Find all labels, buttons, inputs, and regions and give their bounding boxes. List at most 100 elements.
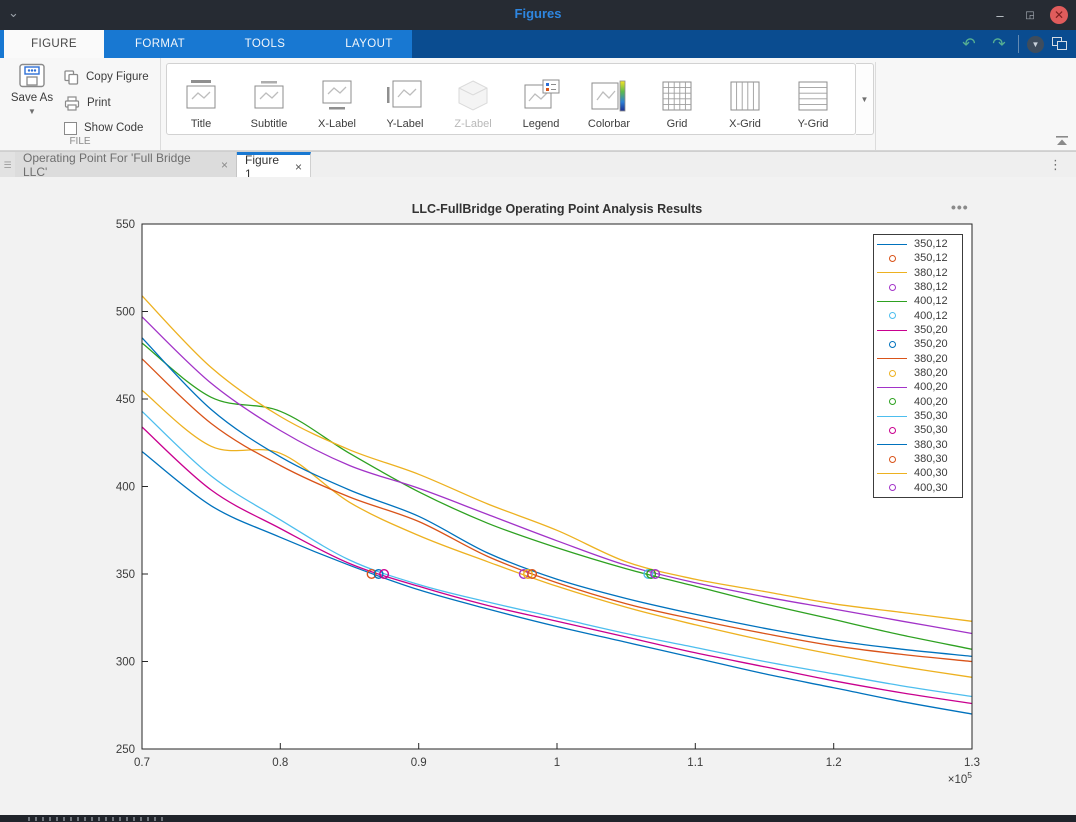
- svg-text:1.1: 1.1: [687, 757, 703, 769]
- legend[interactable]: 350,12350,12380,12380,12400,12400,12350,…: [873, 234, 963, 498]
- legend-marker-swatch: [874, 312, 910, 319]
- legend-icon: [521, 79, 561, 115]
- legend-entry-label: 400,12: [914, 295, 948, 307]
- legend-entry-label: 380,12: [914, 281, 948, 293]
- collapse-toolstrip-icon[interactable]: [1054, 134, 1070, 146]
- legend-entry: 380,12: [874, 266, 962, 280]
- legend-entry: 400,12: [874, 309, 962, 323]
- undo-icon[interactable]: ↶: [958, 33, 980, 55]
- legend-entry-label: 350,12: [914, 238, 948, 250]
- gallery-item-label: Colorbar: [588, 118, 630, 130]
- gallery-item-subtitle[interactable]: Subtitle: [235, 64, 303, 134]
- tab-layout-label: LAYOUT: [345, 38, 393, 50]
- legend-line-swatch: [874, 444, 910, 445]
- gallery-item-x-label[interactable]: X-Label: [303, 64, 371, 134]
- legend-entry-label: 380,30: [914, 453, 948, 465]
- gallery-item-x-grid[interactable]: X-Grid: [711, 64, 779, 134]
- legend-entry-label: 350,30: [914, 410, 948, 422]
- legend-line-swatch: [874, 330, 910, 331]
- show-code-label: Show Code: [84, 122, 143, 134]
- z-label-icon: [453, 79, 493, 115]
- svg-text:1.3: 1.3: [964, 757, 980, 769]
- svg-text:LLC-FullBridge Operating Point: LLC-FullBridge Operating Point Analysis …: [412, 202, 703, 216]
- svg-text:500: 500: [116, 307, 135, 319]
- gallery-item-label: Grid: [667, 118, 688, 130]
- gallery-dropdown-icon[interactable]: ▼: [856, 63, 874, 135]
- labels-annotations-section: Title Subtitle X-Lab: [166, 62, 876, 150]
- restore-button[interactable]: ◲: [1020, 5, 1040, 25]
- legend-entry-label: 400,30: [914, 467, 948, 479]
- y-label-icon: [385, 79, 425, 115]
- print-button[interactable]: Print: [64, 93, 111, 113]
- legend-marker-swatch: [874, 341, 910, 348]
- doc-tab-label: Operating Point For 'Full Bridge LLC': [23, 151, 214, 179]
- legend-entry-label: 380,30: [914, 439, 948, 451]
- gallery-item-y-grid[interactable]: Y-Grid: [779, 64, 847, 134]
- svg-text:300: 300: [116, 657, 135, 669]
- gallery-item-legend[interactable]: Legend: [507, 64, 575, 134]
- legend-entry-label: 350,30: [914, 424, 948, 436]
- tab-overflow-kebab-icon[interactable]: ⋮: [1049, 157, 1062, 173]
- new-window-icon[interactable]: [1052, 37, 1068, 51]
- tab-figure-label: FIGURE: [31, 38, 77, 50]
- svg-text:400: 400: [116, 482, 135, 494]
- redo-icon[interactable]: ↷: [988, 33, 1010, 55]
- gallery-item-title[interactable]: Title: [167, 64, 235, 134]
- svg-text:350: 350: [116, 569, 135, 581]
- toolstrip-options-icon[interactable]: ▼: [1027, 36, 1044, 53]
- legend-entry: 350,12: [874, 251, 962, 265]
- gallery-item-label: Subtitle: [251, 118, 288, 130]
- doc-tab-figure-1[interactable]: Figure 1 ×: [237, 152, 311, 178]
- tab-figure[interactable]: FIGURE: [4, 30, 104, 58]
- legend-line-swatch: [874, 272, 910, 273]
- legend-entry: 380,30: [874, 452, 962, 466]
- gallery-item-label: Y-Label: [387, 118, 424, 130]
- legend-entry: 350,30: [874, 423, 962, 437]
- gallery-item-colorbar[interactable]: Colorbar: [575, 64, 643, 134]
- svg-text:550: 550: [116, 219, 135, 231]
- legend-marker-swatch: [874, 284, 910, 291]
- legend-entry-label: 380,12: [914, 267, 948, 279]
- copy-figure-label: Copy Figure: [86, 71, 149, 83]
- checkbox-icon[interactable]: [64, 122, 77, 135]
- doc-tab-operating-point[interactable]: Operating Point For 'Full Bridge LLC' ×: [15, 152, 237, 178]
- svg-text:250: 250: [116, 744, 135, 756]
- tab-grip-icon[interactable]: ☰: [0, 152, 15, 178]
- copy-figure-button[interactable]: Copy Figure: [64, 67, 149, 87]
- copy-icon: [64, 70, 79, 85]
- show-code-checkbox[interactable]: Show Code: [64, 118, 143, 138]
- legend-entry: 400,20: [874, 395, 962, 409]
- legend-marker-swatch: [874, 456, 910, 463]
- close-tab-icon[interactable]: ×: [221, 158, 228, 172]
- quick-access-toolbar: ↶ ↷ ▼: [958, 30, 1076, 58]
- svg-text:450: 450: [116, 394, 135, 406]
- gallery-item-grid[interactable]: Grid: [643, 64, 711, 134]
- save-as-dropdown-icon[interactable]: ▼: [28, 107, 36, 116]
- tab-tools-label: TOOLS: [245, 38, 286, 50]
- subtitle-icon: [249, 79, 289, 115]
- legend-line-swatch: [874, 416, 910, 417]
- legend-entry: 350,20: [874, 337, 962, 351]
- legend-marker-swatch: [874, 398, 910, 405]
- tab-format[interactable]: FORMAT: [104, 30, 216, 58]
- close-tab-icon[interactable]: ×: [295, 160, 302, 174]
- print-icon: [64, 96, 80, 111]
- svg-text:0.8: 0.8: [272, 757, 288, 769]
- minimize-button[interactable]: –: [990, 5, 1010, 25]
- save-as-button[interactable]: Save As ▼: [6, 63, 58, 135]
- legend-marker-swatch: [874, 370, 910, 377]
- tab-tools[interactable]: TOOLS: [216, 30, 314, 58]
- legend-entry-label: 380,20: [914, 367, 948, 379]
- legend-entry: 350,20: [874, 323, 962, 337]
- tab-layout[interactable]: LAYOUT: [314, 30, 424, 58]
- gallery-item-label: Title: [191, 118, 211, 130]
- svg-text:0.7: 0.7: [134, 757, 150, 769]
- legend-entry: 380,12: [874, 280, 962, 294]
- labels-annotations-gallery: Title Subtitle X-Lab: [166, 63, 856, 135]
- title-icon: [181, 79, 221, 115]
- gallery-item-y-label[interactable]: Y-Label: [371, 64, 439, 134]
- separator: [1018, 35, 1019, 53]
- legend-entry-label: 400,20: [914, 381, 948, 393]
- close-button[interactable]: ✕: [1050, 6, 1068, 24]
- axes-toolbar-ellipsis-icon[interactable]: •••: [951, 199, 969, 215]
